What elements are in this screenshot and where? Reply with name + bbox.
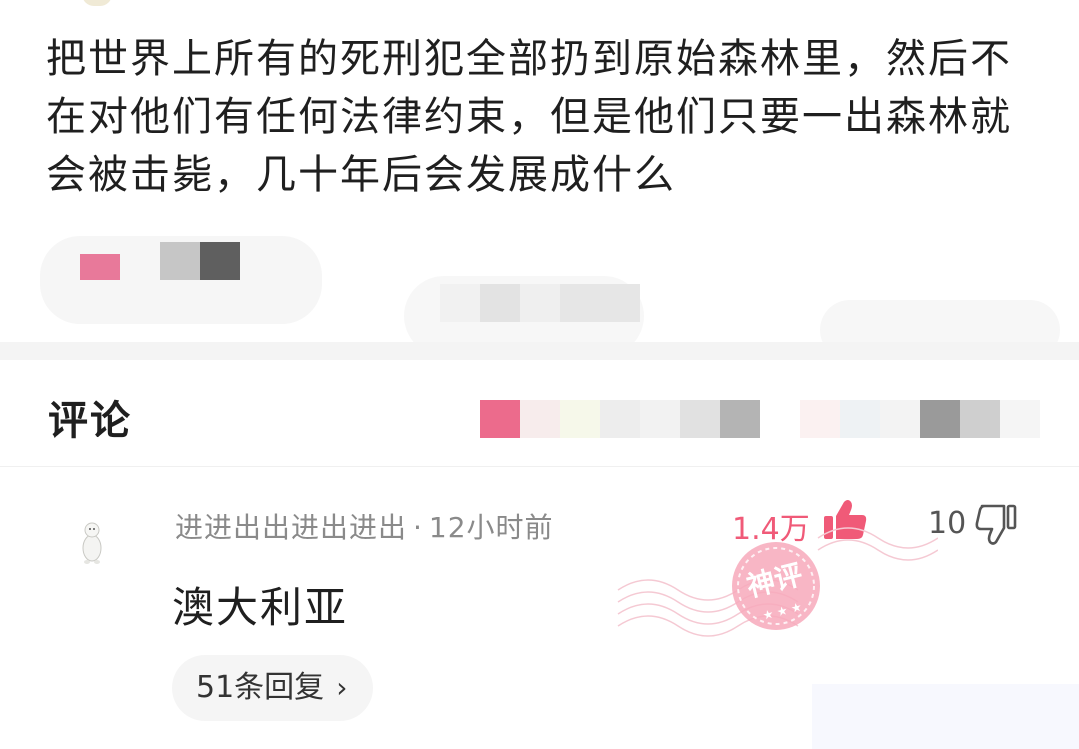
post-section: 把世界上所有的死刑犯全部扔到原始森林里，然后不在对他们有任何法律约束，但是他们只… (0, 0, 1079, 360)
comment-author[interactable]: 进进出出进出进出 (175, 511, 407, 544)
thumbs-up-filled-icon[interactable] (822, 498, 868, 542)
like-count: 1.4万 (732, 512, 810, 547)
thumbs-down-outline-icon[interactable] (974, 502, 1018, 546)
comment-time: 12小时前 (428, 511, 554, 544)
comment-text: 澳大利亚 (172, 583, 349, 632)
chevron-right-icon: › (336, 671, 348, 704)
svg-text:★ ★ ★: ★ ★ ★ (761, 600, 803, 623)
header-divider (0, 466, 1079, 467)
stamp-label: 神评 (744, 558, 806, 604)
meta-separator: · (413, 511, 423, 544)
dislike-count: 10 (928, 506, 967, 541)
poster-avatar[interactable] (82, 0, 112, 6)
post-question: 把世界上所有的死刑犯全部扔到原始森林里，然后不在对他们有任何法律约束，但是他们只… (46, 36, 1012, 198)
comment-meta: 进进出出进出进出 · 12小时前 (175, 506, 554, 546)
commenter-avatar[interactable] (72, 510, 112, 570)
comments-title: 评论 (48, 398, 132, 444)
section-divider (0, 342, 1079, 360)
corner-overlay (812, 684, 1079, 749)
view-replies-button[interactable]: 51条回复 › (172, 655, 374, 721)
replies-label: 51条回复 (196, 670, 325, 705)
